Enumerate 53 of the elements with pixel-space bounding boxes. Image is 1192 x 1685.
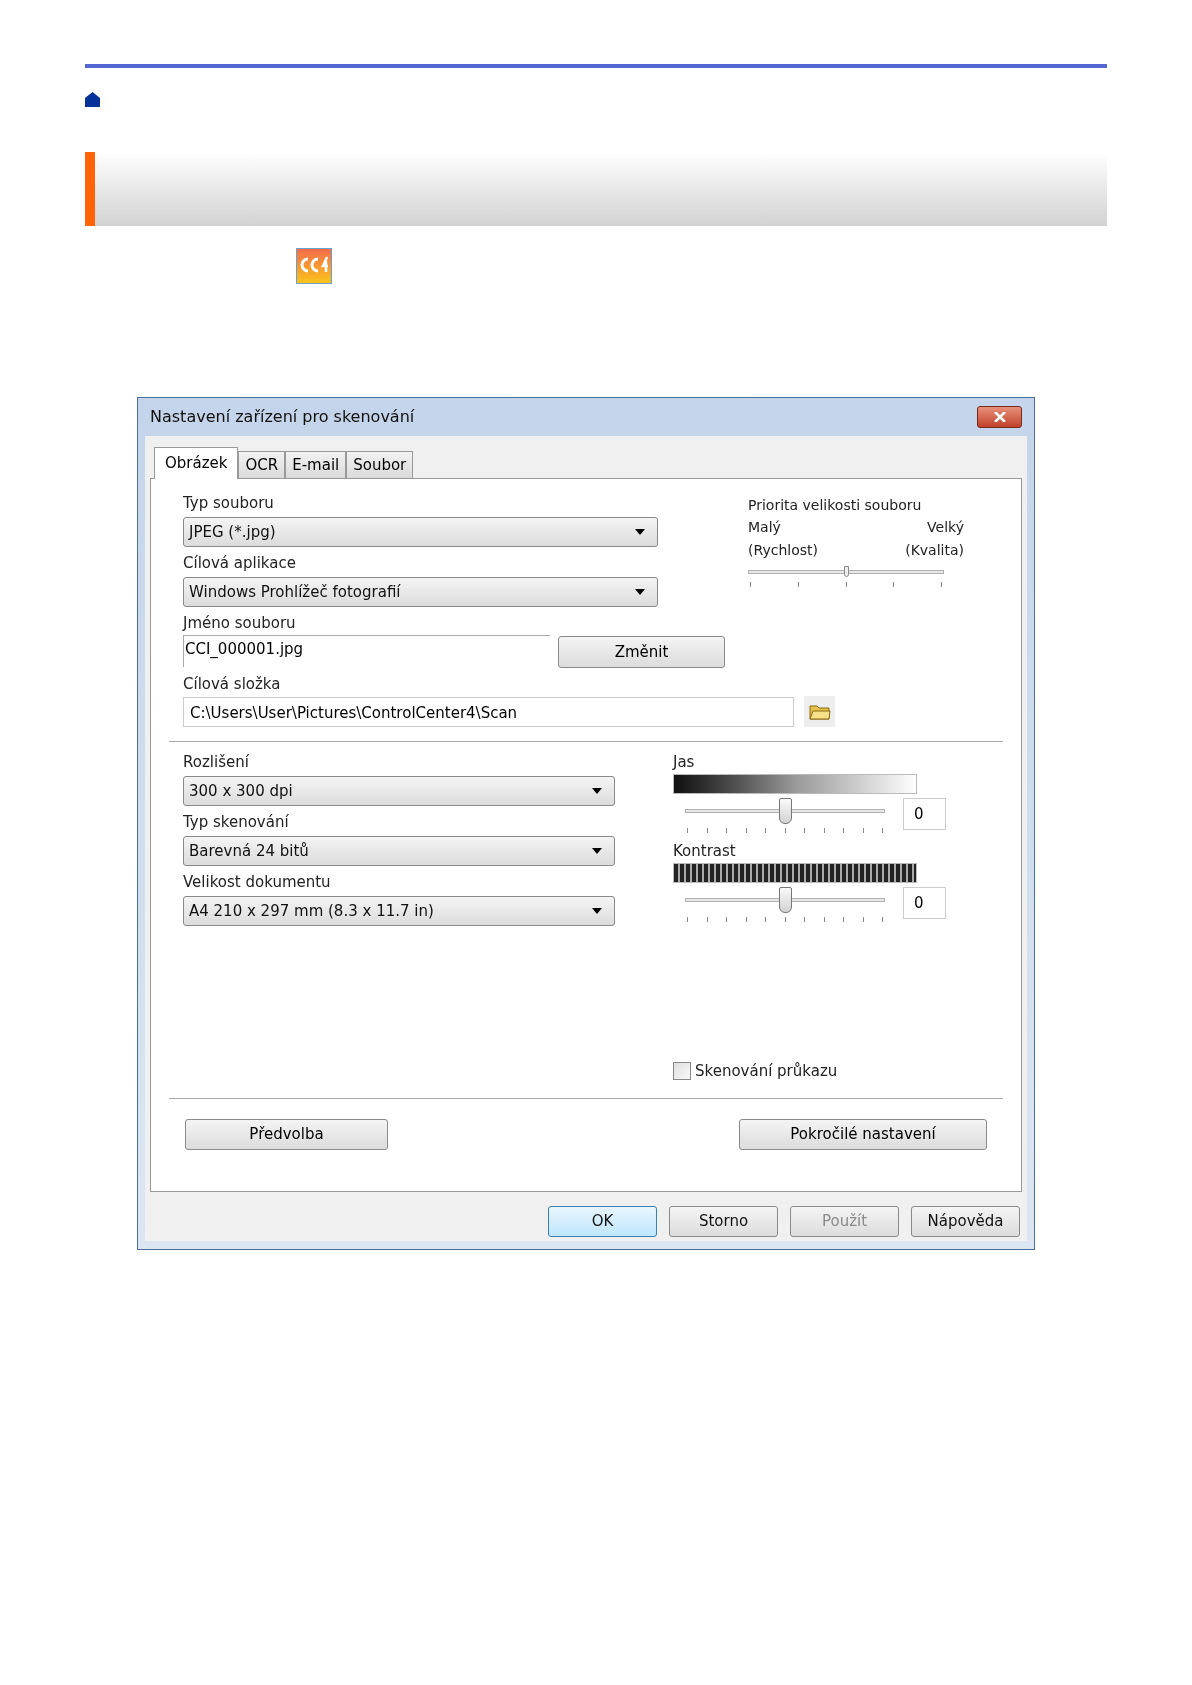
folder-icon	[808, 703, 831, 720]
window-title: Nastavení zařízení pro skenování	[150, 406, 415, 428]
app-logo-icon	[296, 248, 332, 284]
field-label: Typ skenování	[183, 812, 290, 832]
group-label: Priorita velikosti souboru	[748, 496, 923, 515]
dropdown[interactable]: 300 x 300 dpi	[183, 776, 615, 806]
slider-max-note: (Kvalita)	[905, 541, 964, 560]
slider[interactable]	[748, 566, 944, 578]
value-field[interactable]: 0	[903, 798, 946, 830]
field-label: Jas	[673, 752, 696, 772]
dropdown[interactable]: Barevná 24 bitů	[183, 836, 615, 866]
dialog-button[interactable]: Nápověda	[911, 1206, 1020, 1237]
field-label: Jméno souboru	[183, 613, 297, 633]
dialog-button[interactable]: OK	[548, 1206, 657, 1237]
slider-min-label: Malý	[748, 518, 782, 537]
field-label: Typ souboru	[183, 493, 275, 513]
dropdown-arrow-icon	[592, 908, 602, 914]
field-label: Cílová aplikace	[183, 553, 297, 573]
field-label: Cílová složka	[183, 674, 282, 694]
field-label: Rozlišení	[183, 752, 250, 772]
slider-min-note: (Rychlost)	[748, 541, 818, 560]
preset-button[interactable]: Předvolba	[185, 1119, 388, 1150]
slider[interactable]	[685, 887, 885, 913]
dropdown-arrow-icon	[592, 848, 602, 854]
slider-thumb[interactable]	[779, 798, 792, 824]
tab[interactable]: Soubor	[346, 451, 414, 478]
dropdown[interactable]: JPEG (*.jpg)	[183, 517, 658, 547]
checkbox-label: Skenování průkazu	[695, 1061, 838, 1082]
field-label: Velikost dokumentu	[183, 872, 332, 892]
close-icon	[993, 412, 1006, 422]
change-button[interactable]: Změnit	[558, 636, 725, 668]
dropdown[interactable]: Windows Prohlížeč fotografií	[183, 577, 658, 607]
home-icon[interactable]	[85, 92, 100, 107]
slider-thumb[interactable]	[844, 566, 849, 577]
dropdown-arrow-icon	[592, 788, 602, 794]
slider-thumb[interactable]	[779, 887, 792, 913]
tab[interactable]: E-mail	[285, 451, 347, 478]
slider[interactable]	[685, 798, 885, 824]
folder-path-field[interactable]: C:\Users\User\Pictures\ControlCenter4\Scan	[183, 696, 794, 727]
field-label: Kontrast	[673, 841, 737, 861]
dialog-button[interactable]: Storno	[669, 1206, 778, 1237]
browse-folder-button[interactable]	[804, 696, 835, 727]
dropdown-arrow-icon	[635, 589, 645, 595]
checkbox[interactable]	[673, 1062, 691, 1081]
slider-max-label: Velký	[927, 518, 964, 537]
file-name-field[interactable]: CCI_000001.jpg	[183, 635, 550, 667]
advanced-settings-button[interactable]: Pokročilé nastavení	[739, 1119, 987, 1150]
dropdown[interactable]: A4 210 x 297 mm (8.3 x 11.7 in)	[183, 896, 615, 926]
tab[interactable]: Obrázek	[154, 447, 239, 479]
value-field[interactable]: 0	[903, 887, 946, 919]
tab[interactable]: OCR	[238, 451, 286, 478]
dropdown-arrow-icon	[635, 529, 645, 535]
close-button[interactable]	[977, 406, 1022, 428]
